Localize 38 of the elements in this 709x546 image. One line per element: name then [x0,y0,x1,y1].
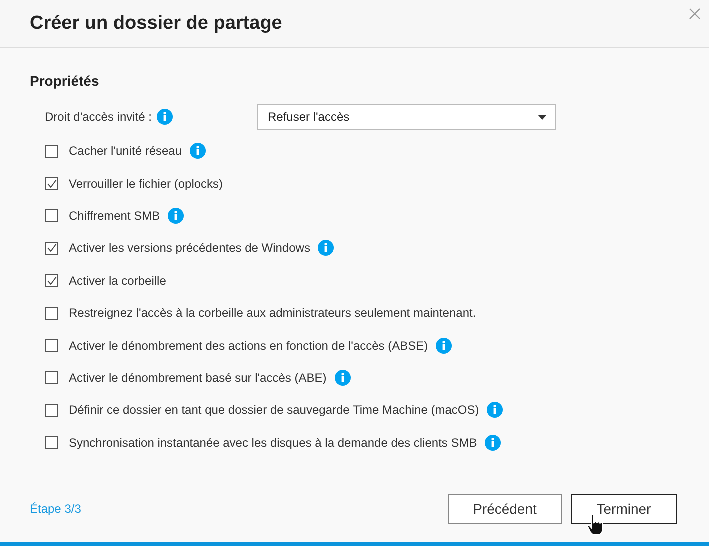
option-label: Synchronisation instantanée avec les disques à la demande des clients SMB [69,436,478,450]
checkbox[interactable] [45,306,58,320]
option-label: Activer le dénombrement basé sur l'accès (ABE) [69,370,327,385]
section-title: Propriétés [30,73,100,89]
checkbox[interactable] [45,339,58,352]
dialog-title: Créer un dossier de partage [30,12,282,34]
checkbox[interactable] [45,404,58,417]
option-label: Cacher l'unité réseau [69,144,182,158]
option-label: Activer les versions précédentes de Windows [69,241,310,256]
step-indicator: Étape 3/3 [30,502,82,516]
option-label: Définir ce dossier en tant que dossier de sauvegarde Time Machine (macOS) [69,403,480,418]
guest-access-dropdown[interactable]: Refuser l'accès [257,104,556,130]
info-icon[interactable] [318,240,334,256]
pointer-icon [587,514,605,536]
option-label: Activer le dénombrement des actions en fonction de l'accès (ABSE) [69,338,428,353]
checkbox[interactable] [45,242,58,255]
checkbox[interactable] [45,436,58,450]
option-label: Activer la corbeille [69,274,166,288]
caret-icon [538,114,547,120]
field-label: Droit d'accès invité : [45,110,152,124]
checkbox[interactable] [45,177,58,190]
option-label: Verrouiller le fichier (oplocks) [69,176,224,191]
checkbox[interactable] [45,371,58,384]
info-icon[interactable] [334,370,351,386]
previous-button[interactable]: Précédent [448,494,562,524]
finish-button[interactable]: Terminer [571,494,677,524]
info-icon[interactable] [436,338,452,354]
checkbox[interactable] [45,274,58,288]
checkbox[interactable] [45,144,58,158]
info-icon[interactable] [157,109,173,125]
option-label: Restreignez l'accès à la corbeille aux administrateurs seulement maintenant. [69,306,476,320]
option-label: Chiffrement SMB [69,208,160,223]
checkbox[interactable] [45,209,58,222]
info-icon[interactable] [190,143,206,160]
info-icon[interactable] [487,402,504,418]
close-icon[interactable] [689,8,701,20]
info-icon[interactable] [168,208,184,224]
info-icon[interactable] [485,434,502,451]
